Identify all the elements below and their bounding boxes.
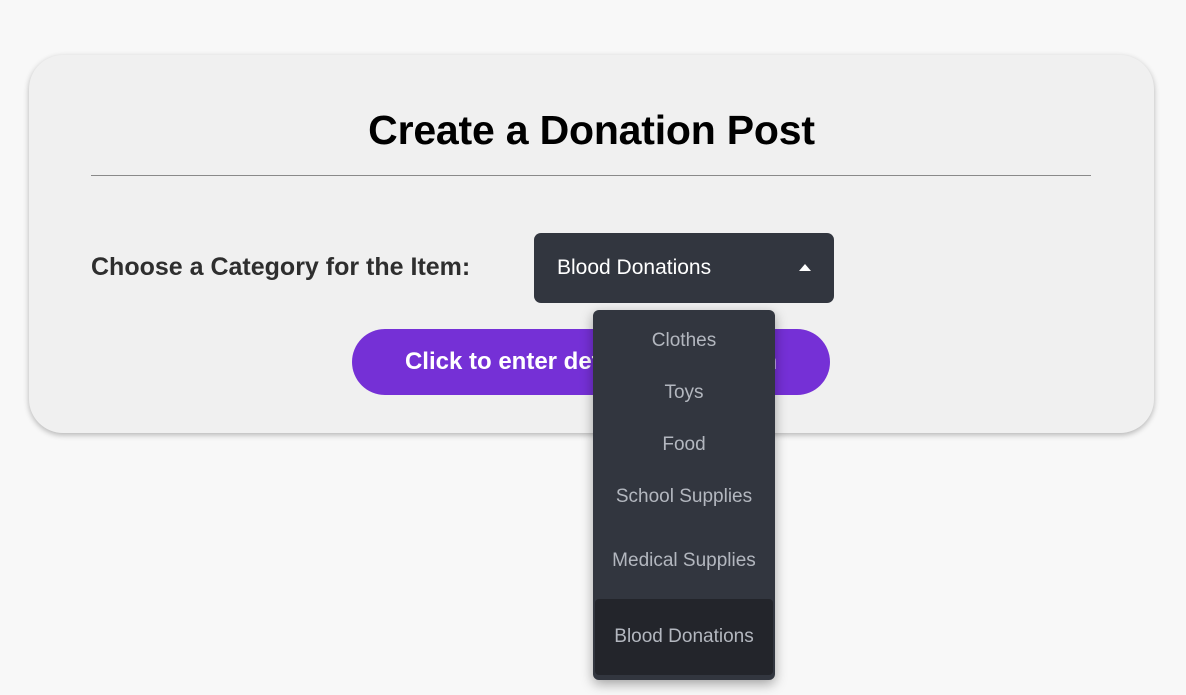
- caret-up-icon: [799, 264, 811, 271]
- category-dropdown-menu: Clothes Toys Food School Supplies Medica…: [593, 310, 775, 680]
- option-medical-supplies[interactable]: Medical Supplies: [593, 523, 775, 599]
- category-select[interactable]: Blood Donations: [534, 233, 834, 303]
- option-toys[interactable]: Toys: [593, 367, 775, 419]
- option-clothes[interactable]: Clothes: [593, 315, 775, 367]
- category-label: Choose a Category for the Item:: [91, 253, 471, 281]
- donation-post-card: Create a Donation Post Choose a Category…: [29, 55, 1154, 433]
- option-food[interactable]: Food: [593, 419, 775, 471]
- option-school-supplies[interactable]: School Supplies: [593, 471, 775, 523]
- option-blood-donations[interactable]: Blood Donations: [595, 599, 773, 675]
- page-title: Create a Donation Post: [368, 107, 815, 153]
- title-divider: [91, 175, 1091, 176]
- category-select-value: Blood Donations: [557, 256, 712, 279]
